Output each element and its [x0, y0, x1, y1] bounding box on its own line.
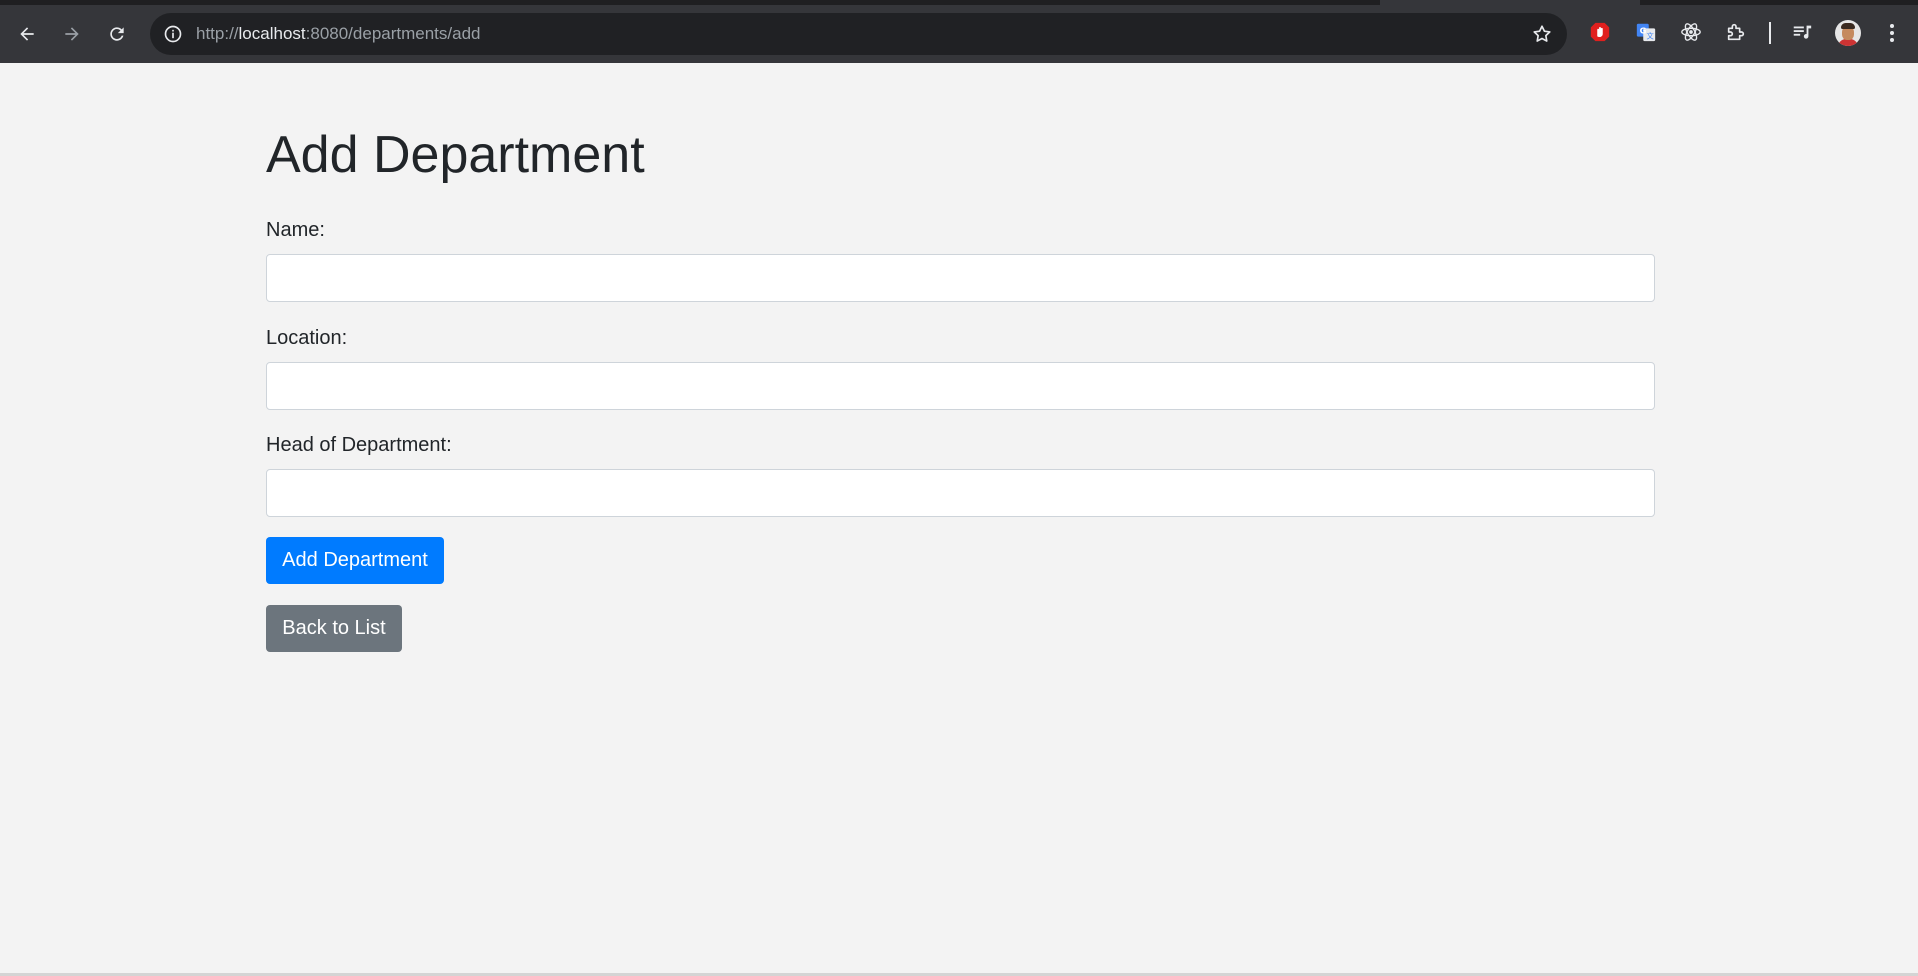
avatar-hair [1841, 23, 1855, 29]
back-to-list-button[interactable]: Back to List [266, 605, 402, 652]
browser-toolbar: http://localhost:8080/departments/add G … [0, 0, 1918, 63]
reload-icon [110, 27, 124, 41]
address-bar[interactable]: http://localhost:8080/departments/add [150, 13, 1567, 55]
adblock-hand-icon[interactable] [1587, 19, 1613, 45]
url-path: :8080/departments/add [305, 24, 481, 43]
svg-text:文: 文 [1646, 31, 1654, 40]
toolbar-divider [1769, 22, 1771, 44]
star-icon[interactable] [1531, 23, 1553, 45]
info-icon[interactable] [162, 23, 184, 45]
kebab-menu-icon[interactable] [1880, 20, 1904, 46]
location-input[interactable] [266, 362, 1655, 410]
arrow-left-icon [20, 27, 34, 41]
head-of-department-label: Head of Department: [266, 434, 452, 456]
tab-strip [0, 0, 1918, 5]
page-title: Add Department [266, 126, 645, 184]
add-department-button[interactable]: Add Department [266, 537, 444, 584]
page-content: Add Department Name: Location: Head of D… [0, 63, 1918, 976]
translate-icon[interactable]: G 文 [1633, 19, 1659, 45]
active-tab-edge [1380, 0, 1640, 5]
react-devtools-icon[interactable] [1678, 19, 1704, 45]
profile-avatar[interactable] [1835, 20, 1861, 46]
kebab-dot [1890, 38, 1894, 42]
arrow-right-icon [65, 27, 79, 41]
reload-button[interactable] [100, 17, 134, 51]
location-label: Location: [266, 327, 348, 349]
url-host: localhost [238, 24, 306, 43]
url-text[interactable]: http://localhost:8080/departments/add [196, 24, 481, 44]
kebab-dot [1890, 24, 1894, 28]
head-of-department-input[interactable] [266, 469, 1655, 517]
avatar-shirt [1838, 39, 1858, 46]
url-scheme: http:// [196, 24, 239, 43]
svg-text:G: G [1640, 25, 1647, 35]
forward-button[interactable] [55, 17, 89, 51]
media-queue-icon[interactable] [1789, 19, 1815, 45]
back-button[interactable] [10, 17, 44, 51]
name-label: Name: [266, 219, 325, 241]
kebab-dot [1890, 31, 1894, 35]
name-input[interactable] [266, 254, 1655, 302]
puzzle-piece-icon[interactable] [1723, 19, 1749, 45]
